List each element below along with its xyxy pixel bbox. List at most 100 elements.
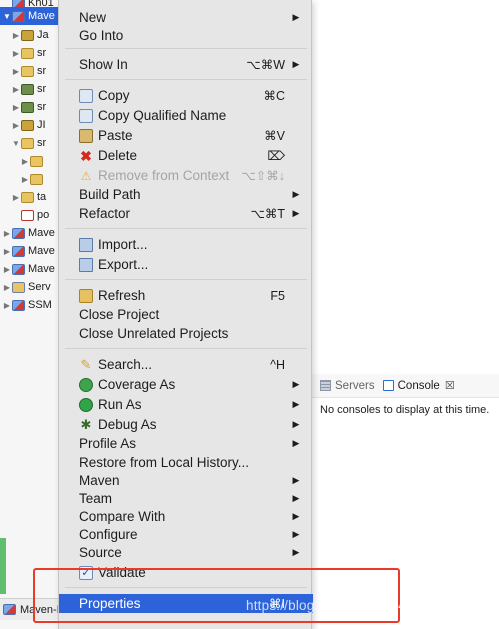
tree-item[interactable]: ▶ — [0, 152, 46, 170]
submenu-arrow-icon: ▶ — [292, 547, 300, 557]
tree-item[interactable]: ▶ sr — [0, 62, 46, 80]
submenu-arrow-icon: ▶ — [292, 189, 300, 199]
menu-item-run-as[interactable]: Run As ▶ — [59, 395, 313, 414]
paste-icon — [79, 128, 93, 143]
delete-icon: ✖ — [80, 147, 92, 164]
tree-item[interactable]: ▼ sr — [0, 134, 46, 152]
menu-item-export[interactable]: Export... — [59, 255, 313, 274]
menu-item-search[interactable]: ✎ Search... ^H — [59, 355, 313, 374]
tab-console[interactable]: Console ☒ — [382, 379, 455, 392]
menu-item-shortcut: F5 — [270, 288, 285, 303]
console-icon — [382, 380, 394, 391]
tree-item[interactable]: ▶ JI — [0, 116, 46, 134]
collapsed-arrow-icon[interactable]: ▶ — [11, 31, 21, 40]
library-icon — [21, 29, 34, 41]
menu-item-label: Close Project — [79, 307, 160, 322]
collapsed-arrow-icon[interactable]: ▶ — [11, 103, 21, 112]
menu-item-coverage-as[interactable]: Coverage As ▶ — [59, 375, 313, 394]
menu-item-refresh[interactable]: Refresh F5 — [59, 286, 313, 305]
tree-item[interactable]: ▶ ta — [0, 188, 46, 206]
jar-icon — [21, 101, 34, 113]
menu-item-maven[interactable]: Maven ▶ — [59, 471, 313, 490]
menu-item-show-in[interactable]: Show In ⌥⌘W ▶ — [59, 55, 313, 74]
collapsed-arrow-icon[interactable]: ▶ — [2, 247, 12, 256]
menu-item-label: Debug As — [98, 417, 157, 432]
menu-item-shortcut: ^H — [270, 357, 285, 372]
collapsed-arrow-icon[interactable]: ▶ — [11, 67, 21, 76]
menu-item-configure[interactable]: Configure ▶ — [59, 525, 313, 544]
menu-item-refactor[interactable]: Refactor ⌥⌘T ▶ — [59, 204, 313, 223]
menu-item-delete[interactable]: ✖ Delete ⌦ — [59, 146, 313, 165]
menu-item-team[interactable]: Team ▶ — [59, 489, 313, 508]
menu-item-label: Copy — [98, 88, 130, 103]
collapsed-arrow-icon[interactable]: ▶ — [20, 175, 30, 184]
jar-icon — [21, 83, 34, 95]
menu-separator — [65, 79, 307, 80]
tab-servers-label: Servers — [335, 379, 375, 392]
menu-item-restore-from-local-history[interactable]: Restore from Local History... — [59, 453, 313, 472]
menu-item-label: Export... — [98, 257, 149, 272]
collapsed-arrow-icon[interactable]: ▶ — [2, 301, 12, 310]
menu-item-source[interactable]: Source ▶ — [59, 543, 313, 562]
collapsed-arrow-icon[interactable]: ▶ — [2, 283, 12, 292]
menu-item-label: Build Path — [79, 187, 141, 202]
menu-item-copy[interactable]: Copy ⌘C — [59, 86, 313, 105]
menu-item-label: Delete — [98, 148, 138, 163]
menu-item-build-path[interactable]: Build Path ▶ — [59, 185, 313, 204]
menu-item-copy-qualified-name[interactable]: Copy Qualified Name — [59, 106, 313, 125]
maven-project-icon — [12, 263, 25, 275]
collapsed-arrow-icon[interactable]: ▶ — [2, 265, 12, 274]
tree-item[interactable]: ▶ sr — [0, 80, 46, 98]
tree-item-label: Mave — [28, 10, 55, 22]
submenu-arrow-icon: ▶ — [292, 12, 300, 22]
collapsed-arrow-icon[interactable]: ▶ — [11, 85, 21, 94]
menu-item-label: Refactor — [79, 206, 131, 221]
maven-project-icon — [12, 10, 25, 22]
tree-item-label: sr — [37, 137, 47, 149]
copy-icon — [79, 88, 93, 103]
tree-item[interactable]: ▶ Mave — [0, 242, 55, 260]
tree-item-label: sr — [37, 101, 47, 113]
tree-item-label: Ja — [37, 29, 49, 41]
tree-item[interactable]: ▶ Mave — [0, 260, 55, 278]
tab-servers[interactable]: Servers — [320, 380, 375, 392]
maven-project-icon — [12, 227, 25, 239]
tree-item[interactable]: ▶ Mave — [0, 224, 55, 242]
folder-icon — [30, 173, 43, 185]
submenu-arrow-icon: ▶ — [292, 419, 300, 429]
submenu-arrow-icon: ▶ — [292, 438, 300, 448]
menu-separator — [65, 228, 307, 229]
tree-item[interactable]: ▶ — [0, 170, 46, 188]
expanded-arrow-icon[interactable]: ▼ — [11, 139, 21, 148]
collapsed-arrow-icon[interactable]: ▶ — [20, 157, 30, 166]
close-icon[interactable]: ☒ — [445, 379, 455, 392]
expanded-arrow-icon[interactable]: ▼ — [2, 12, 12, 21]
menu-item-close-project[interactable]: Close Project — [59, 305, 313, 324]
collapsed-arrow-icon[interactable]: ▶ — [11, 49, 21, 58]
collapsed-arrow-icon[interactable]: ▶ — [11, 121, 21, 130]
menu-item-debug-as[interactable]: ✱ Debug As ▶ — [59, 415, 313, 434]
collapsed-arrow-icon[interactable]: ▶ — [11, 193, 21, 202]
menu-item-label: Source — [79, 545, 122, 560]
collapsed-arrow-icon[interactable]: ▶ — [2, 229, 12, 238]
menu-item-import[interactable]: Import... — [59, 235, 313, 254]
tree-item[interactable]: ▶ SSM — [0, 296, 52, 314]
submenu-arrow-icon: ▶ — [292, 379, 300, 389]
console-tab-bar: Servers Console ☒ — [312, 374, 499, 398]
menu-separator — [65, 348, 307, 349]
menu-item-new[interactable]: New ▶ — [59, 8, 313, 27]
menu-item-go-into[interactable]: Go Into — [59, 26, 313, 45]
menu-item-compare-with[interactable]: Compare With ▶ — [59, 507, 313, 526]
tree-item[interactable]: po — [0, 206, 49, 224]
menu-item-close-unrelated-projects[interactable]: Close Unrelated Projects — [59, 324, 313, 343]
tree-item[interactable]: ▶ sr — [0, 44, 46, 62]
tree-item-label: sr — [37, 83, 47, 95]
tree-item[interactable]: ▶ Ja — [0, 26, 49, 44]
tree-item[interactable]: ▶ sr — [0, 98, 46, 116]
tree-item[interactable]: ▶ Serv — [0, 278, 51, 296]
menu-item-paste[interactable]: Paste ⌘V — [59, 126, 313, 145]
menu-item-shortcut: ⌘V — [264, 129, 285, 143]
menu-item-profile-as[interactable]: Profile As ▶ — [59, 434, 313, 453]
menu-item-label: Run As — [98, 397, 142, 412]
servers-icon — [320, 380, 331, 391]
